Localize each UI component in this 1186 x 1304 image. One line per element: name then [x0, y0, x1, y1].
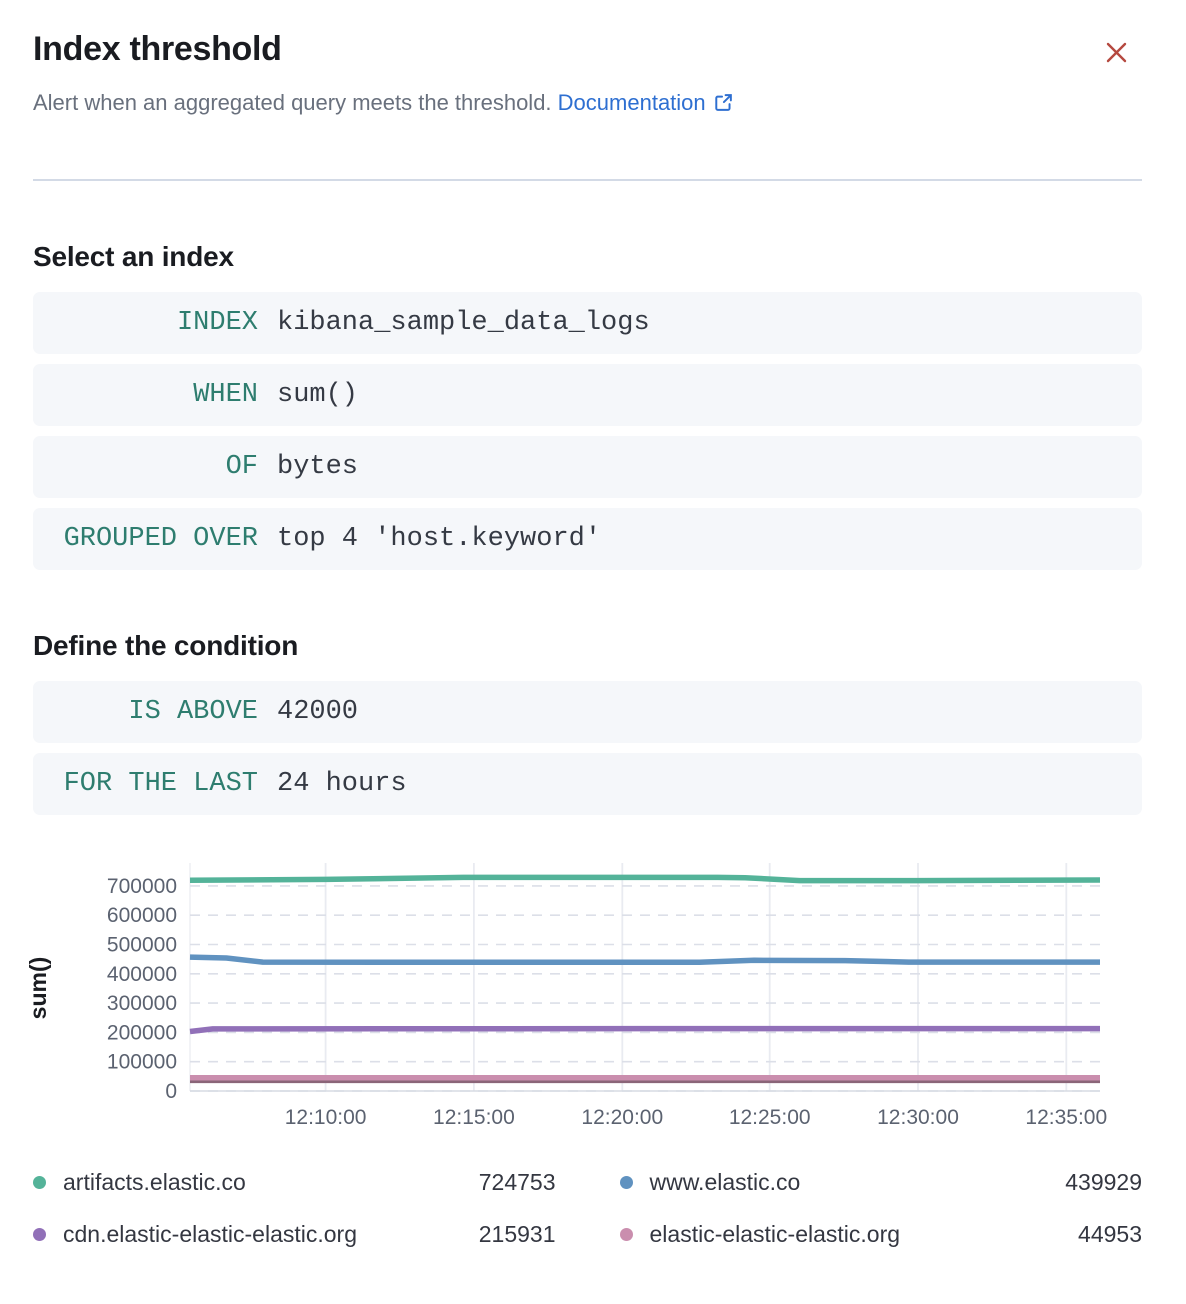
page-title: Index threshold — [33, 28, 1142, 71]
svg-text:12:25:00: 12:25:00 — [729, 1106, 811, 1129]
svg-text:0: 0 — [165, 1080, 177, 1103]
expression-keyword: GROUPED OVER — [33, 524, 258, 554]
expression-keyword: IS ABOVE — [33, 697, 258, 727]
threshold-chart-svg: 12:10:00 12:15:00 12:20:00 12:25:00 12:30:00… — [0, 851, 1186, 1151]
svg-text:12:30:00: 12:30:00 — [877, 1106, 959, 1129]
legend-item: www.elastic.co 439929 — [620, 1167, 1143, 1197]
svg-text:12:35:00: 12:35:00 — [1025, 1106, 1107, 1129]
expression-value: 24 hours — [277, 769, 407, 799]
expression-value: bytes — [277, 452, 358, 482]
expression-keyword: INDEX — [33, 308, 258, 338]
svg-text:100000: 100000 — [107, 1051, 177, 1074]
expression-value: 42000 — [277, 697, 358, 727]
svg-text:600000: 600000 — [107, 905, 177, 928]
legend-dot-icon — [33, 1176, 46, 1189]
legend-dot-icon — [620, 1176, 633, 1189]
index-expression[interactable]: INDEX kibana_sample_data_logs — [33, 292, 1142, 354]
select-index-heading: Select an index — [33, 241, 1142, 273]
svg-text:700000: 700000 — [107, 875, 177, 898]
legend-label: artifacts.elastic.co — [63, 1169, 246, 1196]
condition-heading: Define the condition — [33, 630, 1142, 662]
expression-value: kibana_sample_data_logs — [277, 308, 650, 338]
svg-text:12:10:00: 12:10:00 — [285, 1106, 367, 1129]
of-expression[interactable]: OF bytes — [33, 436, 1142, 498]
legend-value: 44953 — [1078, 1221, 1142, 1248]
time-window-expression[interactable]: FOR THE LAST 24 hours — [33, 753, 1142, 815]
threshold-preview-chart: 12:10:00 12:15:00 12:20:00 12:25:00 12:30:00… — [0, 851, 1186, 1151]
legend-dot-icon — [33, 1228, 46, 1241]
subtitle-text: Alert when an aggregated query meets the… — [33, 90, 552, 115]
legend-item: elastic-elastic-elastic.org 44953 — [620, 1219, 1143, 1249]
legend-label: www.elastic.co — [650, 1169, 801, 1196]
chart-legend: artifacts.elastic.co 724753 www.elastic.… — [33, 1167, 1142, 1249]
legend-value: 439929 — [1065, 1169, 1142, 1196]
legend-dot-icon — [620, 1228, 633, 1241]
select-index-expressions: INDEX kibana_sample_data_logs WHEN sum()… — [33, 292, 1142, 570]
svg-text:400000: 400000 — [107, 963, 177, 986]
svg-text:500000: 500000 — [107, 934, 177, 957]
header-divider — [33, 179, 1142, 181]
legend-label: cdn.elastic-elastic-elastic.org — [63, 1221, 357, 1248]
documentation-link[interactable]: Documentation — [558, 90, 734, 115]
close-icon — [1103, 39, 1130, 66]
expression-value: sum() — [277, 380, 358, 410]
close-button[interactable] — [1098, 34, 1134, 70]
expression-keyword: FOR THE LAST — [33, 769, 258, 799]
expression-value: top 4 'host.keyword' — [277, 524, 601, 554]
expression-keyword: WHEN — [33, 380, 258, 410]
svg-text:200000: 200000 — [107, 1022, 177, 1045]
svg-text:12:20:00: 12:20:00 — [581, 1106, 663, 1129]
expression-keyword: OF — [33, 452, 258, 482]
when-expression[interactable]: WHEN sum() — [33, 364, 1142, 426]
external-link-icon — [713, 90, 734, 122]
flyout-subtitle: Alert when an aggregated query meets the… — [33, 87, 1142, 122]
grouped-over-expression[interactable]: GROUPED OVER top 4 'host.keyword' — [33, 508, 1142, 570]
threshold-expression[interactable]: IS ABOVE 42000 — [33, 681, 1142, 743]
legend-value: 215931 — [479, 1221, 556, 1248]
legend-value: 724753 — [479, 1169, 556, 1196]
flyout-header: Index threshold Alert when an aggregated… — [33, 28, 1142, 121]
condition-expressions: IS ABOVE 42000 FOR THE LAST 24 hours — [33, 681, 1142, 815]
svg-text:12:15:00: 12:15:00 — [433, 1106, 515, 1129]
svg-text:300000: 300000 — [107, 992, 177, 1015]
legend-item: artifacts.elastic.co 724753 — [33, 1167, 556, 1197]
svg-text:sum(): sum() — [25, 957, 51, 1020]
legend-label: elastic-elastic-elastic.org — [650, 1221, 901, 1248]
legend-item: cdn.elastic-elastic-elastic.org 215931 — [33, 1219, 556, 1249]
